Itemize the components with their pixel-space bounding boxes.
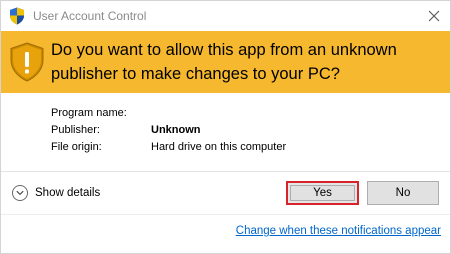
- show-details-toggle[interactable]: Show details: [12, 183, 100, 203]
- window-title: User Account Control: [33, 9, 147, 23]
- warning-shield-icon: [10, 42, 44, 82]
- uac-dialog: User Account Control Do you want to allo…: [0, 0, 451, 254]
- chevron-down-icon: [12, 185, 28, 201]
- banner-message: Do you want to allow this app from an un…: [51, 41, 397, 83]
- close-icon: [428, 10, 440, 22]
- separator: [1, 171, 450, 172]
- title-bar: User Account Control: [1, 1, 450, 31]
- file-origin-value: Hard drive on this computer: [151, 141, 287, 153]
- close-button[interactable]: [421, 4, 447, 28]
- footer-divider: [1, 214, 450, 215]
- no-button-label: No: [395, 187, 411, 199]
- uac-shield-icon: [10, 7, 24, 25]
- publisher-value: Unknown: [151, 124, 201, 136]
- yes-button-label: Yes: [313, 187, 332, 199]
- program-name-label: Program name:: [51, 107, 127, 119]
- warning-banner: Do you want to allow this app from an un…: [1, 31, 450, 93]
- no-button[interactable]: No: [367, 181, 439, 205]
- show-details-label: Show details: [35, 187, 101, 199]
- file-origin-label: File origin:: [51, 141, 102, 153]
- yes-button[interactable]: Yes: [286, 181, 359, 205]
- publisher-label: Publisher:: [51, 124, 100, 136]
- notification-settings-link[interactable]: Change when these notifications appear: [236, 225, 441, 237]
